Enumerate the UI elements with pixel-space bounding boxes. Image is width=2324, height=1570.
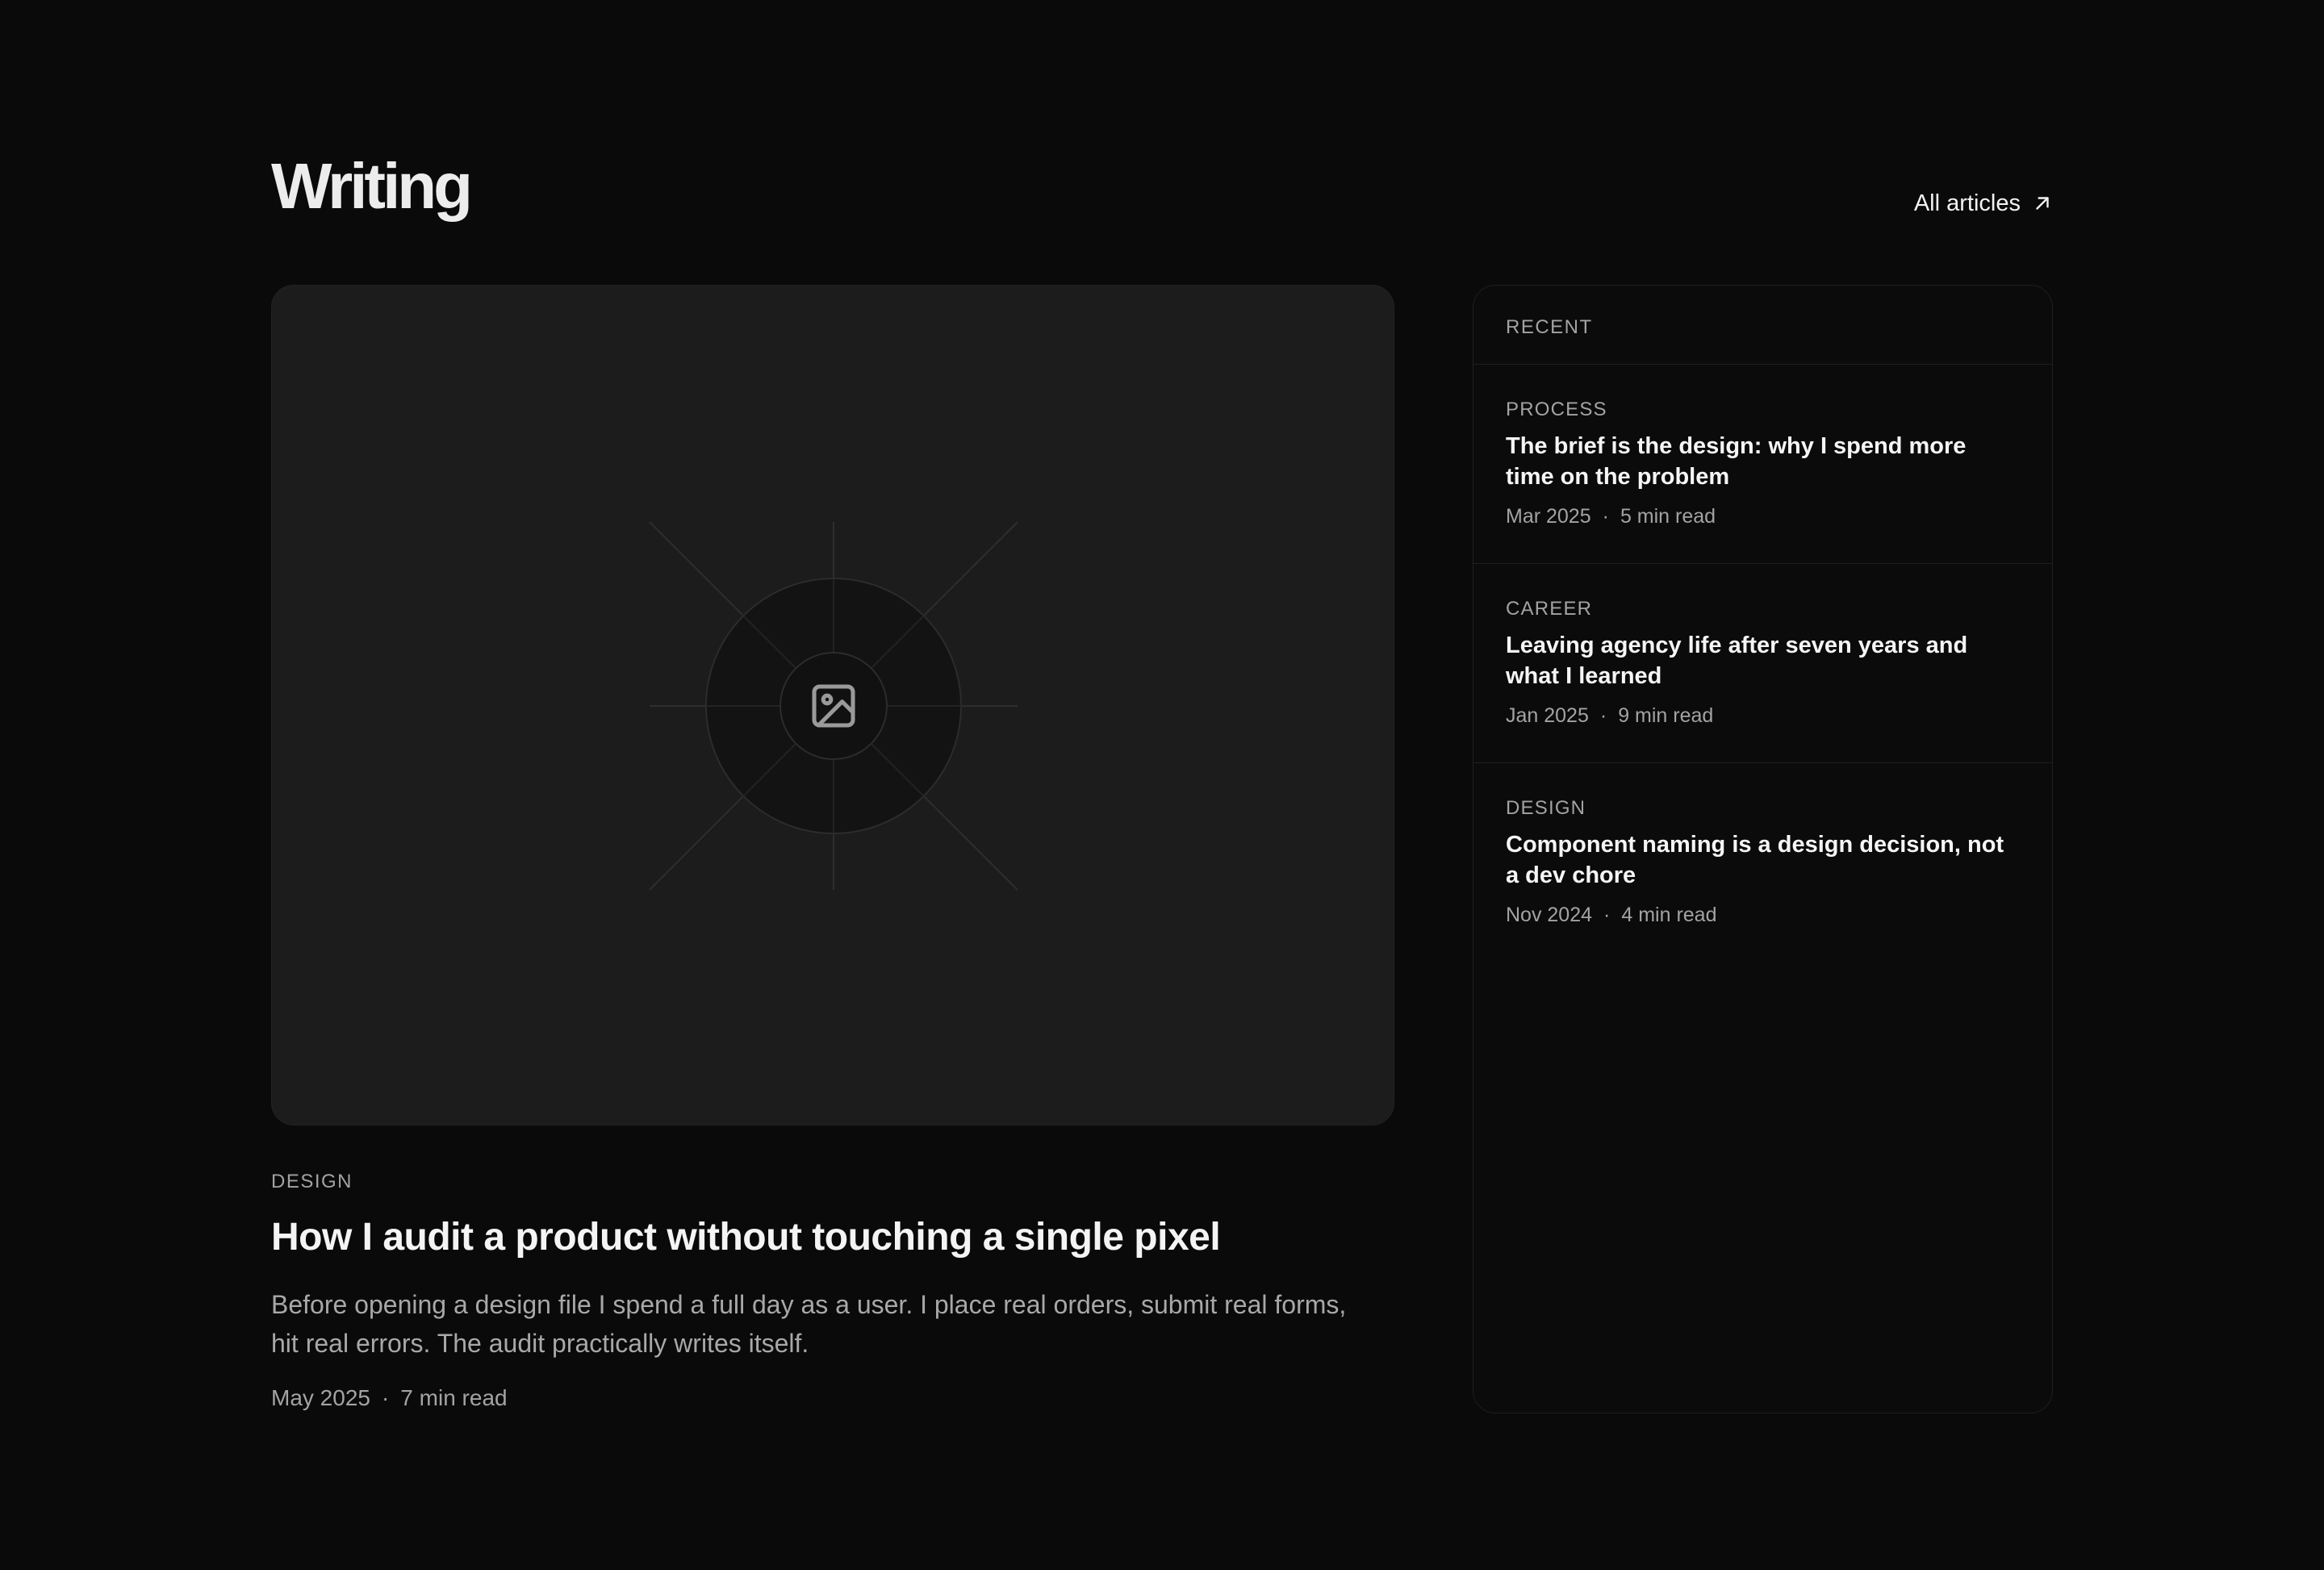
post-category: DESIGN xyxy=(1506,797,1586,819)
post-category: CAREER xyxy=(1506,598,1593,620)
all-articles-link[interactable]: All articles xyxy=(1914,187,2053,219)
post-read-time: 5 min read xyxy=(1620,505,1716,528)
featured-meta: May 2025 · 7 min read xyxy=(271,1382,1394,1414)
post-title[interactable]: Leaving agency life after seven years an… xyxy=(1506,630,2020,691)
all-articles-label: All articles xyxy=(1913,190,2021,216)
featured-read-time: 7 min read xyxy=(400,1385,508,1410)
post-read-time: 9 min read xyxy=(1618,704,1714,727)
featured-article: DESIGN How I audit a product without tou… xyxy=(271,285,1394,1414)
recent-post[interactable]: DESIGN Component naming is a design deci… xyxy=(1473,763,2052,962)
featured-date: May 2025 xyxy=(271,1385,370,1410)
post-meta: Nov 2024 · 4 min read xyxy=(1506,900,2020,929)
featured-description: Before opening a design file I spend a f… xyxy=(271,1290,1347,1358)
post-date: Nov 2024 xyxy=(1506,904,1593,926)
section-title: Writing xyxy=(271,150,473,222)
recent-post[interactable]: PROCESS The brief is the design: why I s… xyxy=(1473,365,2052,564)
arrow-up-right-icon xyxy=(2036,197,2049,210)
meta-separator: · xyxy=(1603,904,1611,926)
post-meta: Jan 2025 · 9 min read xyxy=(1506,701,2020,730)
post-date: Jan 2025 xyxy=(1506,704,1589,727)
featured-image-placeholder[interactable] xyxy=(271,285,1394,1125)
post-read-time: 4 min read xyxy=(1621,904,1717,926)
meta-separator: · xyxy=(1599,704,1607,727)
recent-posts-panel: RECENT PROCESS The brief is the design: … xyxy=(1473,285,2053,1413)
recent-heading: RECENT xyxy=(1473,286,2052,365)
meta-separator: · xyxy=(381,1385,390,1410)
post-meta: Mar 2025 · 5 min read xyxy=(1506,502,2020,531)
featured-title[interactable]: How I audit a product without touching a… xyxy=(271,1213,1394,1263)
image-icon xyxy=(812,684,855,728)
post-date: Mar 2025 xyxy=(1506,505,1591,528)
post-title[interactable]: The brief is the design: why I spend mor… xyxy=(1506,431,2020,492)
featured-category: DESIGN xyxy=(271,1171,353,1192)
post-category: PROCESS xyxy=(1506,399,1607,420)
post-title[interactable]: Component naming is a design decision, n… xyxy=(1506,829,2020,891)
meta-separator: · xyxy=(1602,505,1609,528)
recent-post[interactable]: CAREER Leaving agency life after seven y… xyxy=(1473,564,2052,763)
